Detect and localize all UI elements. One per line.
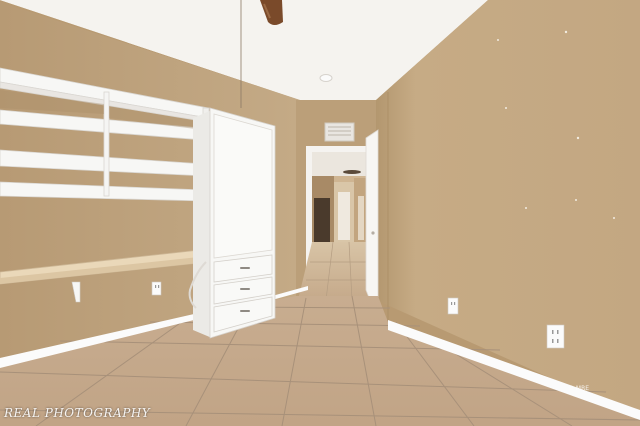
smoke-detector-icon: [319, 74, 333, 82]
hvac-vent-icon: [324, 122, 355, 142]
outlet-icon: [447, 297, 459, 315]
cabinet-tower: [188, 107, 276, 339]
outlet-icon: [546, 324, 565, 349]
room-photo: [0, 0, 640, 426]
outlet-icon: [151, 281, 162, 296]
corner-watermark: © MRE: [568, 385, 590, 392]
open-door: [365, 129, 379, 321]
doorway: [298, 146, 376, 301]
photographer-watermark: REAL PHOTOGRAPHY: [4, 406, 151, 420]
